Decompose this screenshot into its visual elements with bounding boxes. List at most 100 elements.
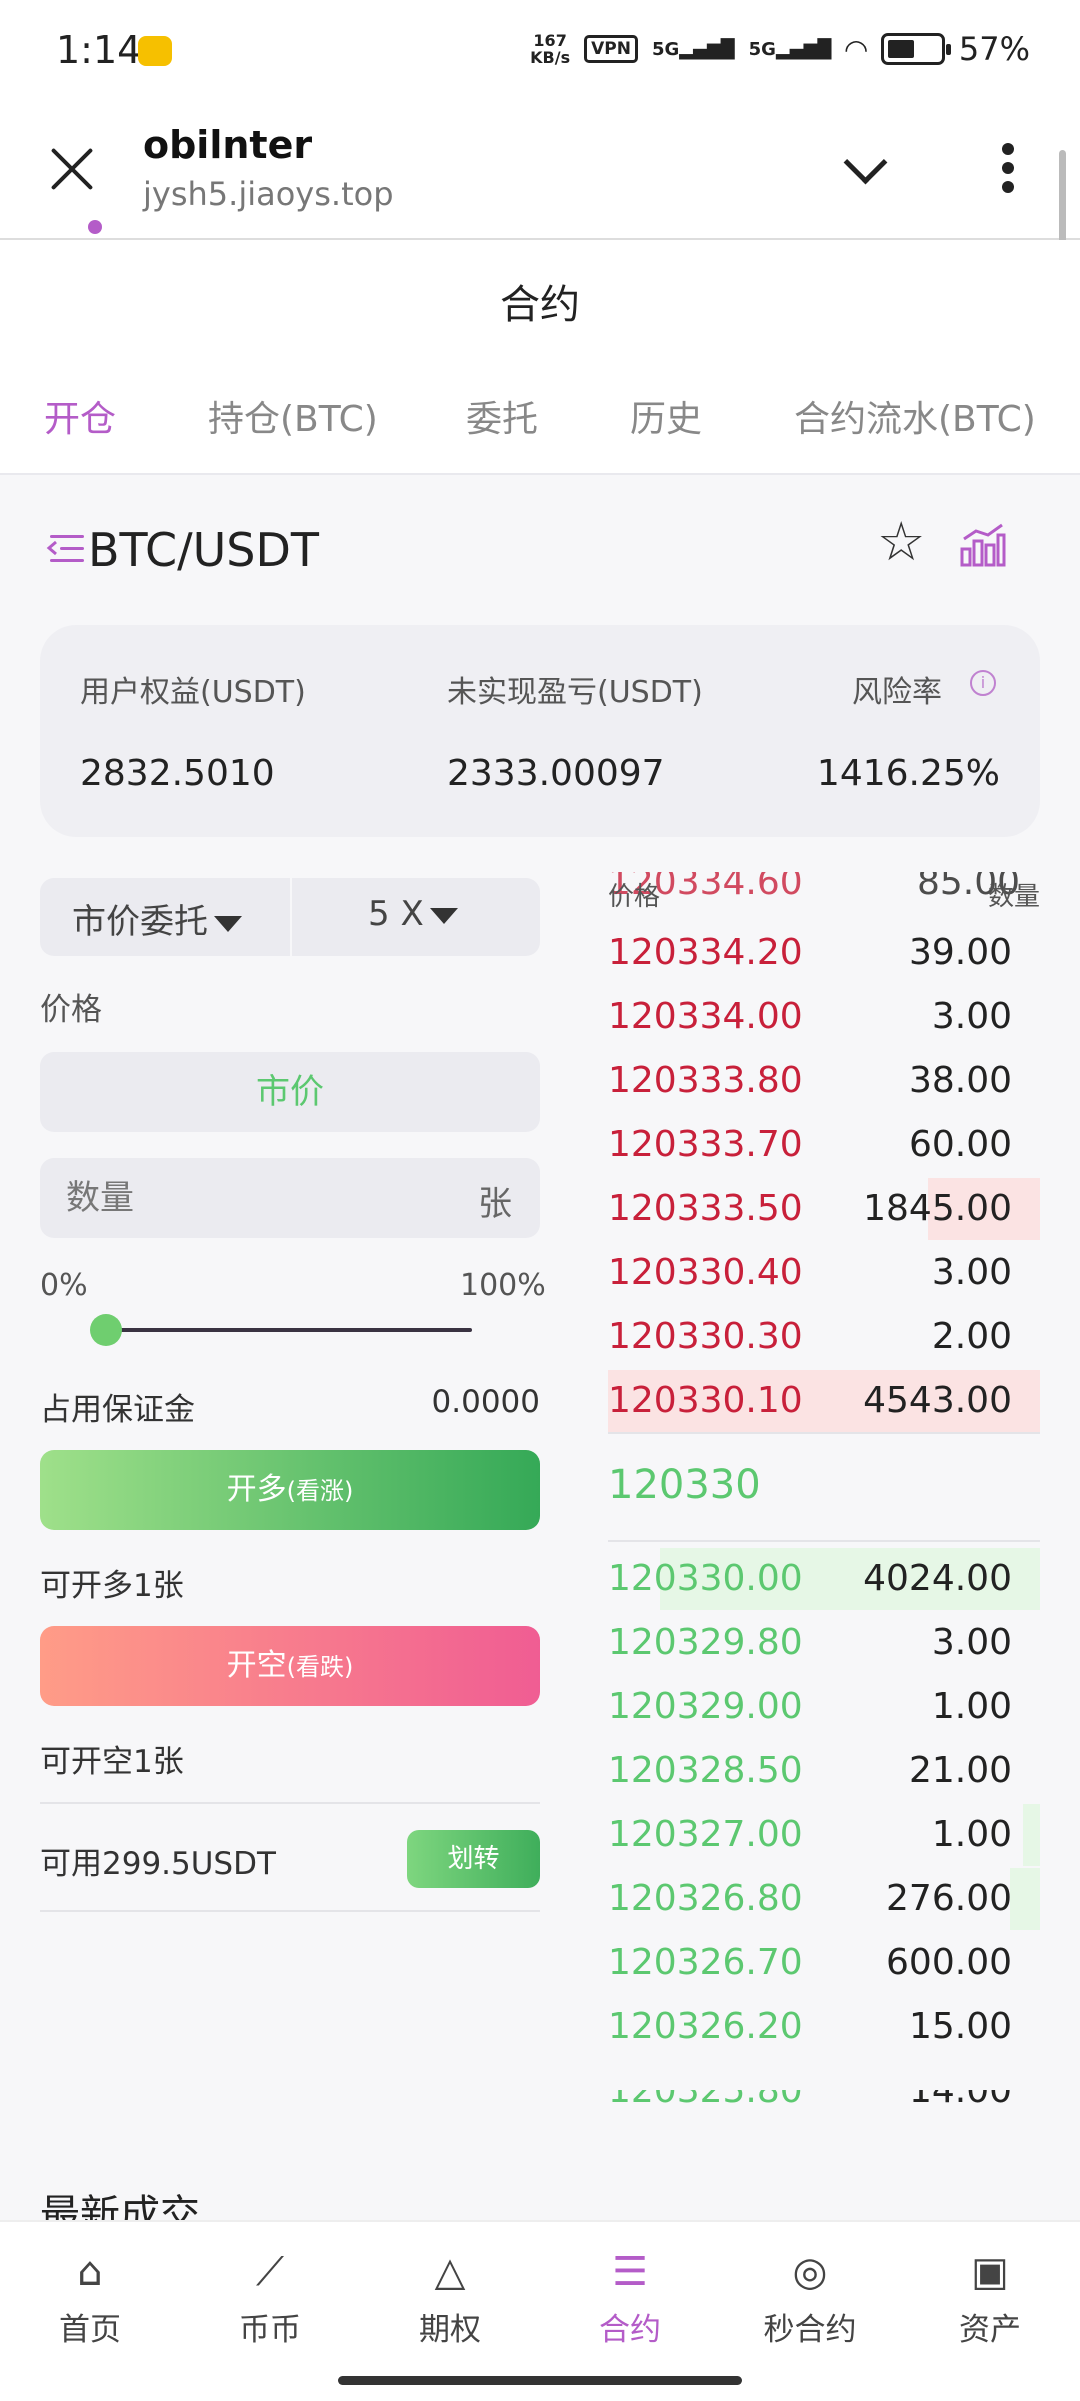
ask-price: 120334.20 xyxy=(608,932,803,973)
status-time: 1:14 xyxy=(56,28,142,72)
equity-label: 用户权益(USDT) xyxy=(80,675,306,710)
network-speed: 167 KB/s xyxy=(530,31,571,67)
amount-slider-handle[interactable] xyxy=(90,1314,122,1346)
ask-row[interactable]: 120333.80 38.00 xyxy=(608,1050,1040,1112)
tab-orders[interactable]: 委托 xyxy=(466,390,538,442)
nav-spot[interactable]: ⟋ 币币 xyxy=(180,2242,360,2349)
options-icon: △ xyxy=(434,2249,466,2295)
spot-icon: ⟋ xyxy=(256,2249,284,2295)
pair-name[interactable]: BTC/USDT xyxy=(88,523,319,577)
ask-price: 120330.10 xyxy=(608,1380,803,1421)
site-url: jysh5.jiaoys.top xyxy=(143,175,394,213)
tab-history[interactable]: 历史 xyxy=(630,390,702,442)
can-open-short-text: 可开空1张 xyxy=(40,1744,184,1780)
ask-qty: 3.00 xyxy=(931,1252,1012,1293)
quantity-input[interactable] xyxy=(66,1172,446,1224)
signal-5g-icon: 5G▂▄▆█ xyxy=(651,38,735,60)
nav-contract[interactable]: ☰ 合约 xyxy=(540,2242,720,2349)
status-bar: 1:14 167 KB/s VPN 5G▂▄▆█ 5G▂▄▆█ ◠ 57% xyxy=(0,0,1080,105)
ask-qty: 60.00 xyxy=(908,1124,1012,1165)
bid-row[interactable]: 120329.80 3.00 xyxy=(608,1612,1040,1674)
ob-qty-header: 数量 xyxy=(987,882,1040,912)
transfer-button[interactable]: 划转 xyxy=(407,1830,540,1888)
chevron-down-icon[interactable] xyxy=(840,147,888,187)
open-long-button[interactable]: 开多(看涨) xyxy=(40,1450,540,1530)
leverage-select[interactable]: 5 X xyxy=(368,894,458,934)
tab-open-position[interactable]: 开仓 xyxy=(44,390,116,442)
nav-second-contract[interactable]: ◎ 秒合约 xyxy=(720,2242,900,2349)
equity-value: 2832.5010 xyxy=(80,753,275,794)
tab-contract-flow[interactable]: 合约流水(BTC) xyxy=(794,390,1036,442)
bid-qty: 600.00 xyxy=(886,1942,1012,1983)
ask-price: 120333.70 xyxy=(608,1124,803,1165)
bid-price: 120329.00 xyxy=(608,1686,803,1727)
info-icon[interactable]: i xyxy=(970,670,996,696)
nav-assets[interactable]: ▣ 资产 xyxy=(900,2242,1080,2349)
available-balance: 可用299.5USDT xyxy=(40,1846,276,1882)
ask-row[interactable]: 120333.50 1845.00 xyxy=(608,1178,1040,1240)
bid-row[interactable]: 120326.70 600.00 xyxy=(608,1932,1040,1994)
margin-value: 0.0000 xyxy=(431,1384,540,1420)
tab-holdings[interactable]: 持仓(BTC) xyxy=(208,390,378,442)
ask-row[interactable]: 120334.00 3.00 xyxy=(608,986,1040,1048)
favorite-star-icon[interactable]: ☆ xyxy=(877,515,925,569)
ask-row[interactable]: 120333.70 60.00 xyxy=(608,1114,1040,1176)
close-icon[interactable] xyxy=(48,145,96,193)
tab-bar: 开仓 持仓(BTC) 委托 历史 合约流水(BTC) xyxy=(0,390,1080,450)
home-indicator[interactable] xyxy=(338,2376,742,2385)
quantity-unit: 张 xyxy=(478,1184,512,1224)
ask-price: 120333.80 xyxy=(608,1060,803,1101)
contract-icon: ☰ xyxy=(612,2249,648,2295)
ask-row[interactable]: 120330.10 4543.00 xyxy=(608,1370,1040,1432)
bid-row[interactable]: 120330.00 4024.00 xyxy=(608,1548,1040,1610)
slider-max-label: 100% xyxy=(460,1268,546,1303)
second-contract-icon: ◎ xyxy=(792,2249,828,2295)
page-title: 合约 xyxy=(500,282,580,328)
wifi-icon: ◠ xyxy=(845,32,867,66)
bid-row[interactable]: 120327.00 1.00 xyxy=(608,1804,1040,1866)
site-title: obilnter xyxy=(143,123,313,167)
bid-qty: 4024.00 xyxy=(863,1558,1012,1599)
ask-row[interactable]: 120330.30 2.00 xyxy=(608,1306,1040,1368)
bid-row[interactable]: 120329.00 1.00 xyxy=(608,1676,1040,1738)
bid-qty: 276.00 xyxy=(886,1878,1012,1919)
pair-list-icon[interactable] xyxy=(46,533,84,565)
notification-app-icon xyxy=(138,36,172,66)
active-tab-indicator xyxy=(88,220,102,234)
open-short-button[interactable]: 开空(看跌) xyxy=(40,1626,540,1706)
ask-row[interactable]: 120334.20 39.00 xyxy=(608,922,1040,984)
dropdown-arrow-icon xyxy=(429,907,458,924)
browser-header: obilnter jysh5.jiaoys.top xyxy=(0,105,1080,240)
quantity-field-box: 张 xyxy=(40,1158,540,1238)
order-type-select[interactable]: 市价委托 xyxy=(72,894,242,943)
account-summary-card: 用户权益(USDT) 未实现盈亏(USDT) 风险率 i 2832.5010 2… xyxy=(40,625,1040,837)
ask-qty: 4543.00 xyxy=(863,1380,1012,1421)
chart-icon[interactable] xyxy=(960,523,1006,567)
bid-row[interactable]: 120328.50 21.00 xyxy=(608,1740,1040,1802)
ask-qty: 1845.00 xyxy=(863,1188,1012,1229)
bid-row[interactable]: 120326.80 276.00 xyxy=(608,1868,1040,1930)
nav-options[interactable]: △ 期权 xyxy=(360,2242,540,2349)
risk-value: 1416.25% xyxy=(816,753,1000,794)
available-balance-row: 可用299.5USDT 划转 xyxy=(40,1802,540,1912)
nav-home[interactable]: ⌂ 首页 xyxy=(0,2242,180,2349)
bid-price: 120326.20 xyxy=(608,2006,803,2047)
risk-label: 风险率 xyxy=(852,675,942,710)
amount-slider-track[interactable] xyxy=(104,1328,472,1332)
bid-price: 120329.80 xyxy=(608,1622,803,1663)
depth-bar xyxy=(1010,1868,1040,1930)
ask-price: 120334.00 xyxy=(608,996,803,1037)
ask-row[interactable]: 120330.40 3.00 xyxy=(608,1242,1040,1304)
bid-price: 120330.00 xyxy=(608,1558,803,1599)
price-field[interactable]: 市价 xyxy=(40,1052,540,1132)
bid-row[interactable]: 120326.20 15.00 xyxy=(608,1996,1040,2058)
bid-price: 120328.50 xyxy=(608,1750,803,1791)
wallet-icon: ▣ xyxy=(971,2249,1009,2295)
ask-qty: 3.00 xyxy=(931,996,1012,1037)
more-options-icon[interactable] xyxy=(1000,143,1016,199)
ask-price: 120330.30 xyxy=(608,1316,803,1357)
ask-qty: 39.00 xyxy=(908,932,1012,973)
vpn-icon: VPN xyxy=(584,35,638,63)
bid-qty: 21.00 xyxy=(908,1750,1012,1791)
ask-qty: 2.00 xyxy=(931,1316,1012,1357)
